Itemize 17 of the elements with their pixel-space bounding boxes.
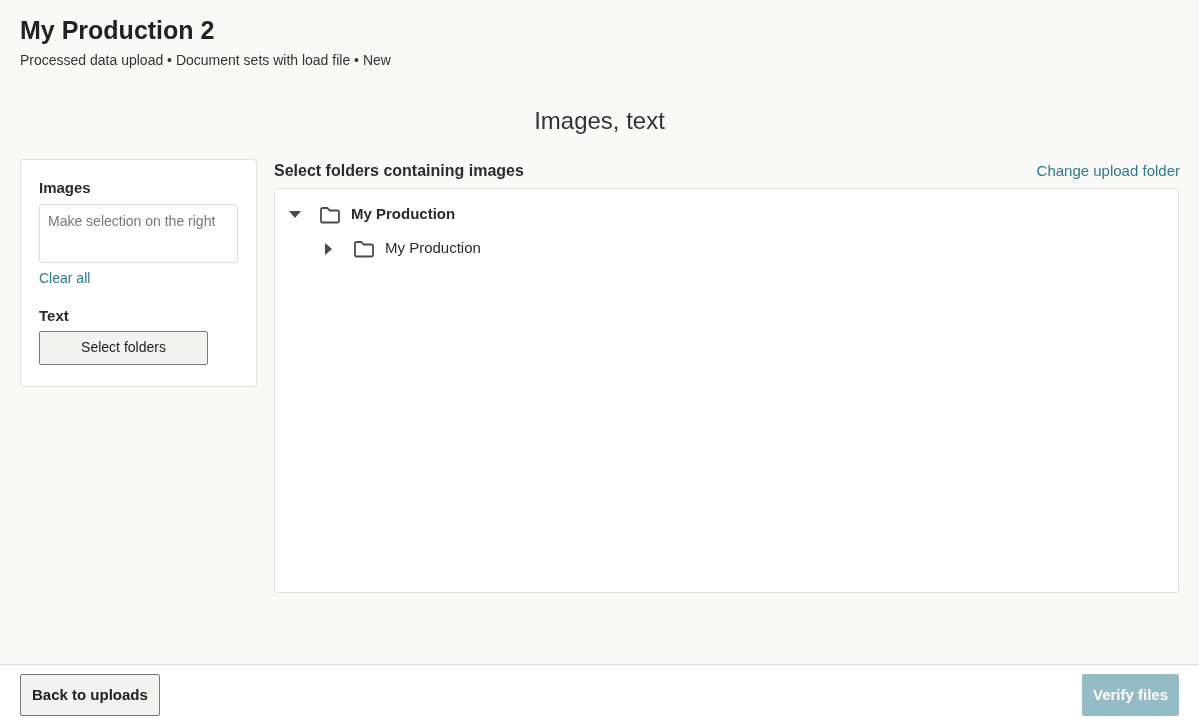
back-to-uploads-button[interactable]: Back to uploads [20, 674, 160, 716]
page-subtitle: Processed data upload • Document sets with load file • New [20, 50, 392, 70]
folder-label[interactable]: My Production [351, 203, 456, 226]
clear-all-link[interactable]: Clear all [39, 268, 91, 289]
folder-icon [353, 239, 375, 258]
images-field[interactable]: Make selection on the right [39, 204, 238, 263]
page-title: My Production 2 [20, 15, 216, 46]
select-folders-button[interactable]: Select folders [39, 330, 208, 365]
folder-icon [319, 205, 341, 224]
step-title: Images, text [534, 105, 665, 136]
images-label: Images [39, 177, 92, 198]
change-upload-folder-link[interactable]: Change upload folder [1036, 160, 1180, 183]
folder-label[interactable]: My Production [385, 237, 481, 260]
caret-down-icon [289, 210, 301, 219]
tree-heading: Select folders containing images [274, 160, 524, 181]
caret-right-icon [325, 242, 333, 255]
text-label: Text [39, 306, 70, 326]
